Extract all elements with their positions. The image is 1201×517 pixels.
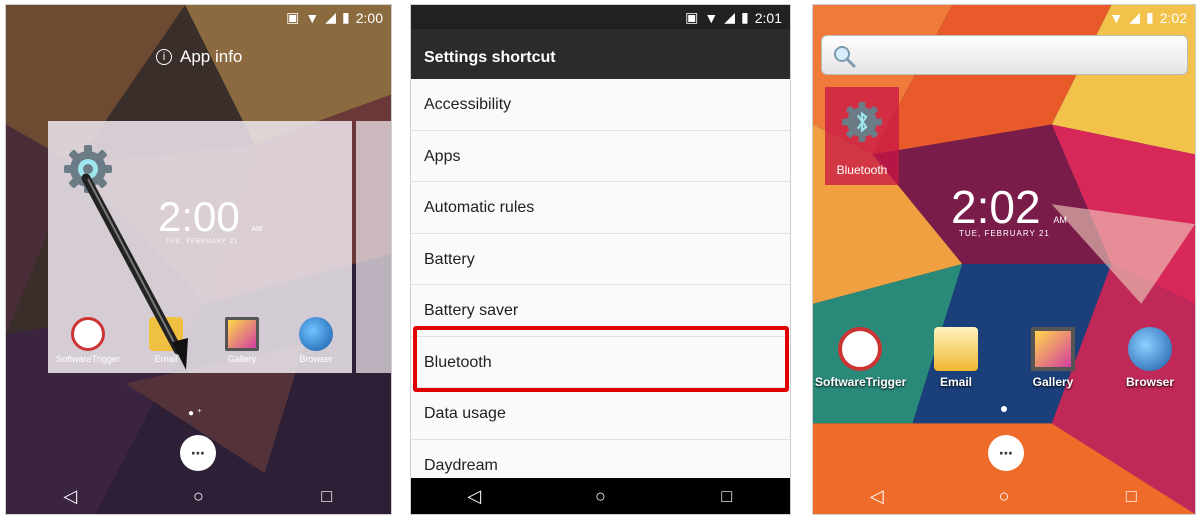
back-triangle-icon[interactable]: ◁ (857, 481, 897, 511)
search-icon (834, 46, 856, 68)
settings-list: Accessibility Apps Automatic rules Batte… (411, 79, 790, 491)
bluetooth-shortcut[interactable]: Bluetooth (825, 87, 899, 185)
settings-shortcut-panel: ▣ ▼ ◢ ▮ 2:01 Settings shortcut Accessibi… (410, 4, 791, 515)
status-time: 2:01 (754, 9, 782, 26)
app-label: Gallery (1032, 375, 1074, 389)
page-indicator: ● ⁺ (188, 408, 203, 419)
preview-app-gallery: Gallery (202, 317, 282, 364)
app-drawer-button[interactable]: ⋯ (180, 435, 216, 471)
battery-icon: ▮ (342, 9, 350, 25)
preview-clock-ampm: AM (251, 226, 262, 233)
bluetooth-gear-icon (842, 102, 882, 142)
nav-bar: ◁ ○ □ (6, 478, 391, 514)
nav-bar: ◁ ○ □ (411, 478, 790, 514)
recents-square-icon[interactable]: □ (307, 481, 347, 511)
cast-icon: ▣ (685, 9, 699, 25)
back-triangle-icon[interactable]: ◁ (50, 481, 90, 511)
barcode-icon (838, 327, 882, 371)
preview-app-browser: Browser (276, 317, 356, 364)
app-label: Email (939, 375, 972, 389)
status-time: 2:00 (355, 9, 383, 26)
battery-icon: ▮ (741, 9, 749, 25)
back-triangle-icon[interactable]: ◁ (454, 481, 494, 511)
recents-square-icon[interactable]: □ (707, 481, 747, 511)
home-circle-icon[interactable]: ○ (178, 481, 218, 511)
recents-square-icon[interactable]: □ (1111, 481, 1151, 511)
highlight-box-bluetooth (413, 326, 789, 392)
status-bar: ▣ ▼ ◢ ▮ 2:01 (411, 5, 790, 29)
home-circle-icon[interactable]: ○ (984, 481, 1024, 511)
page-indicator (1001, 406, 1007, 412)
battery-icon: ▮ (1146, 9, 1154, 25)
app-info-label: App info (180, 47, 243, 66)
search-bar[interactable] (821, 35, 1188, 75)
app-softwaretrigger[interactable]: SoftwareTrigger (815, 327, 907, 389)
email-icon (934, 327, 978, 371)
clock-ampm: AM (1053, 215, 1067, 225)
list-item-battery[interactable]: Battery (411, 234, 790, 285)
app-info-drop-target[interactable]: i App info (156, 47, 242, 67)
app-email[interactable]: Email (911, 327, 1001, 389)
gallery-icon (225, 317, 259, 351)
adjacent-page-preview (356, 121, 391, 373)
list-item-accessibility[interactable]: Accessibility (411, 79, 790, 131)
cast-icon: ▣ (286, 9, 300, 25)
clock-date: TUE, FEBRUARY 21 (959, 229, 1050, 238)
gallery-icon (1031, 327, 1075, 371)
stylus-pen-icon (81, 173, 188, 370)
clock-time: 2:02 (951, 181, 1041, 233)
list-item-apps[interactable]: Apps (411, 131, 790, 182)
preview-app-label: Gallery (227, 354, 257, 364)
home-circle-icon[interactable]: ○ (580, 481, 620, 511)
preview-app-label: Browser (299, 354, 333, 364)
nav-bar: ◁ ○ □ (813, 478, 1195, 514)
list-item-automatic-rules[interactable]: Automatic rules (411, 182, 790, 234)
info-icon: i (156, 49, 172, 65)
app-label: Browser (1125, 375, 1175, 389)
status-bar: ▣ ▼ ◢ ▮ 2:00 (6, 5, 391, 29)
page-title: Settings shortcut (411, 29, 790, 79)
signal-icon: ◢ (1129, 9, 1141, 25)
signal-icon: ◢ (724, 9, 736, 25)
app-browser[interactable]: Browser (1105, 327, 1195, 389)
home-screen-panel: ▼ ◢ ▮ 2:02 Bluetooth 2:02 AM TUE, FEBRUA… (812, 4, 1196, 515)
clock-widget[interactable]: 2:02 AM (951, 180, 1067, 234)
app-gallery[interactable]: Gallery (1008, 327, 1098, 389)
launcher-panel-drag: ▣ ▼ ◢ ▮ 2:00 i App info 2:00 AM TUE, FEB… (5, 4, 392, 515)
app-drawer-button[interactable]: ⋯ (988, 435, 1024, 471)
globe-icon (299, 317, 333, 351)
status-time: 2:02 (1159, 9, 1187, 26)
list-item-data-usage[interactable]: Data usage (411, 388, 790, 440)
bluetooth-shortcut-label: Bluetooth (836, 163, 888, 177)
wifi-icon: ▼ (1109, 9, 1124, 26)
signal-icon: ◢ (325, 9, 337, 25)
globe-icon (1128, 327, 1172, 371)
wifi-icon: ▼ (704, 9, 719, 26)
wifi-icon: ▼ (305, 9, 320, 26)
status-bar: ▼ ◢ ▮ 2:02 (813, 5, 1195, 29)
app-label: SoftwareTrigger (815, 375, 907, 389)
